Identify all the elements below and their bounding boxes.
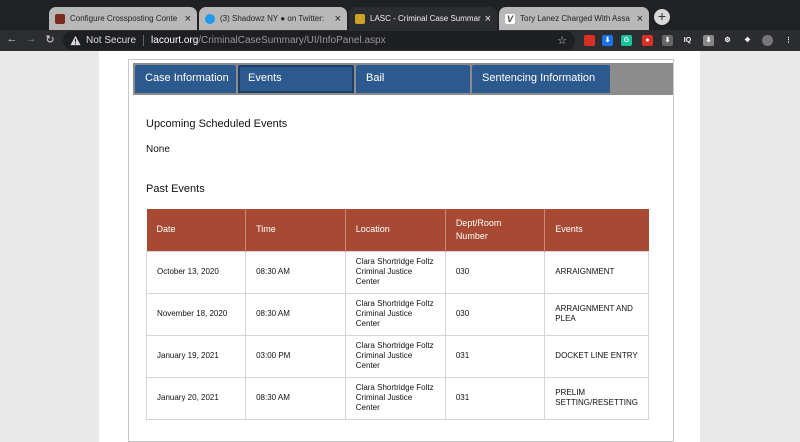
security-label[interactable]: Not Secure <box>86 35 136 46</box>
cell-location: Clara Shortridge Foltz Criminal Justice … <box>344 292 446 336</box>
tab-title: (3) Shadowz NY ● on Twitter: <box>220 14 325 23</box>
ext-iq-icon[interactable]: IQ <box>682 35 693 46</box>
cell-date: January 19, 2021 <box>145 334 247 378</box>
cell-event: ARRAIGNMENT <box>544 250 649 294</box>
warning-icon[interactable] <box>70 35 81 46</box>
ext-save-icon[interactable]: ⬇ <box>703 35 714 46</box>
tab-sentencing-information[interactable]: Sentencing Information <box>472 65 610 93</box>
browser-tab[interactable]: Configure Crossposting Conte × <box>49 7 197 30</box>
ext-puzzle-icon[interactable]: ❖ <box>742 35 753 46</box>
divider <box>143 35 145 46</box>
ext-download-icon[interactable]: ⬇ <box>602 35 613 46</box>
page-viewport: Case Information Events Bail Sentencing … <box>0 51 800 442</box>
cell-location: Clara Shortridge Foltz Criminal Justice … <box>344 250 446 294</box>
tab-case-information[interactable]: Case Information <box>135 65 236 93</box>
close-tab-icon[interactable]: × <box>485 13 491 24</box>
cell-event: ARRAIGNMENT AND PLEA <box>544 292 649 336</box>
cell-dept-room: 030 <box>444 292 546 336</box>
cell-date: November 18, 2020 <box>145 292 247 336</box>
cell-time: 08:30 AM <box>245 250 346 294</box>
table-row: January 19, 2021 03:00 PM Clara Shortrid… <box>145 334 649 378</box>
table-row: January 20, 2021 08:30 AM Clara Shortrid… <box>145 376 649 420</box>
tab-favicon-icon <box>55 13 65 24</box>
url-host: lacourt.org <box>151 35 199 46</box>
cell-date: January 20, 2021 <box>145 376 247 420</box>
browser-tab[interactable]: (3) Shadowz NY ● on Twitter: × <box>199 7 347 30</box>
close-tab-icon[interactable]: × <box>335 13 341 24</box>
cell-event: DOCKET LINE ENTRY <box>544 334 649 378</box>
ext-grammarly-icon[interactable]: G <box>621 35 632 46</box>
forward-button[interactable]: → <box>24 33 38 45</box>
cell-time: 03:00 PM <box>245 334 346 378</box>
column-header-location: Location <box>345 209 446 251</box>
courthouse-icon <box>355 13 365 24</box>
cell-event: PRELIM SETTING/RESETTING <box>544 376 649 420</box>
tab-title: Configure Crossposting Conte <box>70 14 178 23</box>
cell-date: October 13, 2020 <box>145 250 247 294</box>
bookmark-star-icon[interactable]: ☆ <box>557 34 567 47</box>
upcoming-events-heading: Upcoming Scheduled Events <box>146 118 288 130</box>
tab-title: LASC - Criminal Case Summar <box>370 14 481 23</box>
column-header-time: Time <box>245 209 346 251</box>
tab-events[interactable]: Events <box>238 65 354 93</box>
reload-button[interactable]: ↻ <box>43 33 57 46</box>
ext-arrow-icon[interactable]: ⬇ <box>662 35 673 46</box>
ext-avatar-icon[interactable] <box>762 35 773 46</box>
ext-gear-icon[interactable]: ⚙ <box>722 35 733 46</box>
url-path: /CriminalCaseSummary/UI/InfoPanel.aspx <box>198 35 386 46</box>
ext-record-icon[interactable]: ● <box>642 35 653 46</box>
browser-tab-strip: Configure Crossposting Conte × (3) Shado… <box>0 0 800 30</box>
table-row: November 18, 2020 08:30 AM Clara Shortri… <box>145 292 649 336</box>
close-tab-icon[interactable]: × <box>185 13 191 24</box>
cell-time: 08:30 AM <box>245 292 346 336</box>
past-events-table: Date Time Location Dept/Room Number Even… <box>145 209 649 420</box>
browser-tab[interactable]: V Tory Lanez Charged With Assa × <box>499 7 649 30</box>
cell-time: 08:30 AM <box>245 376 346 420</box>
tab-bail[interactable]: Bail <box>356 65 470 93</box>
cell-location: Clara Shortridge Foltz Criminal Justice … <box>344 376 446 420</box>
cell-location: Clara Shortridge Foltz Criminal Justice … <box>344 334 446 378</box>
back-button[interactable]: ← <box>5 33 19 45</box>
close-tab-icon[interactable]: × <box>637 13 643 24</box>
column-header-date: Date <box>146 209 247 251</box>
table-header-row: Date Time Location Dept/Room Number Even… <box>146 209 649 251</box>
cell-dept-room: 031 <box>444 376 546 420</box>
ext-red-icon[interactable] <box>584 35 595 46</box>
column-header-dept-room: Dept/Room Number <box>445 209 546 251</box>
browser-toolbar: ← → ↻ Not Secure lacourt.org /CriminalCa… <box>0 30 800 51</box>
panel-tab-bar: Case Information Events Bail Sentencing … <box>133 63 673 95</box>
table-row: October 13, 2020 08:30 AM Clara Shortrid… <box>145 250 649 294</box>
column-header-events: Events <box>544 209 649 251</box>
twitter-bird-icon <box>205 13 215 24</box>
vibe-logo-icon: V <box>505 13 515 24</box>
upcoming-events-value: None <box>146 144 170 155</box>
browser-tab-active[interactable]: LASC - Criminal Case Summar × <box>349 7 497 30</box>
cell-dept-room: 030 <box>444 250 546 294</box>
ext-menu-icon[interactable]: ⋮ <box>783 35 794 46</box>
new-tab-button[interactable]: + <box>654 9 670 25</box>
cell-dept-room: 031 <box>444 334 546 378</box>
past-events-heading: Past Events <box>146 183 205 195</box>
tab-title: Tory Lanez Charged With Assa <box>520 14 630 23</box>
address-bar[interactable]: Not Secure lacourt.org /CriminalCaseSumm… <box>63 31 575 50</box>
